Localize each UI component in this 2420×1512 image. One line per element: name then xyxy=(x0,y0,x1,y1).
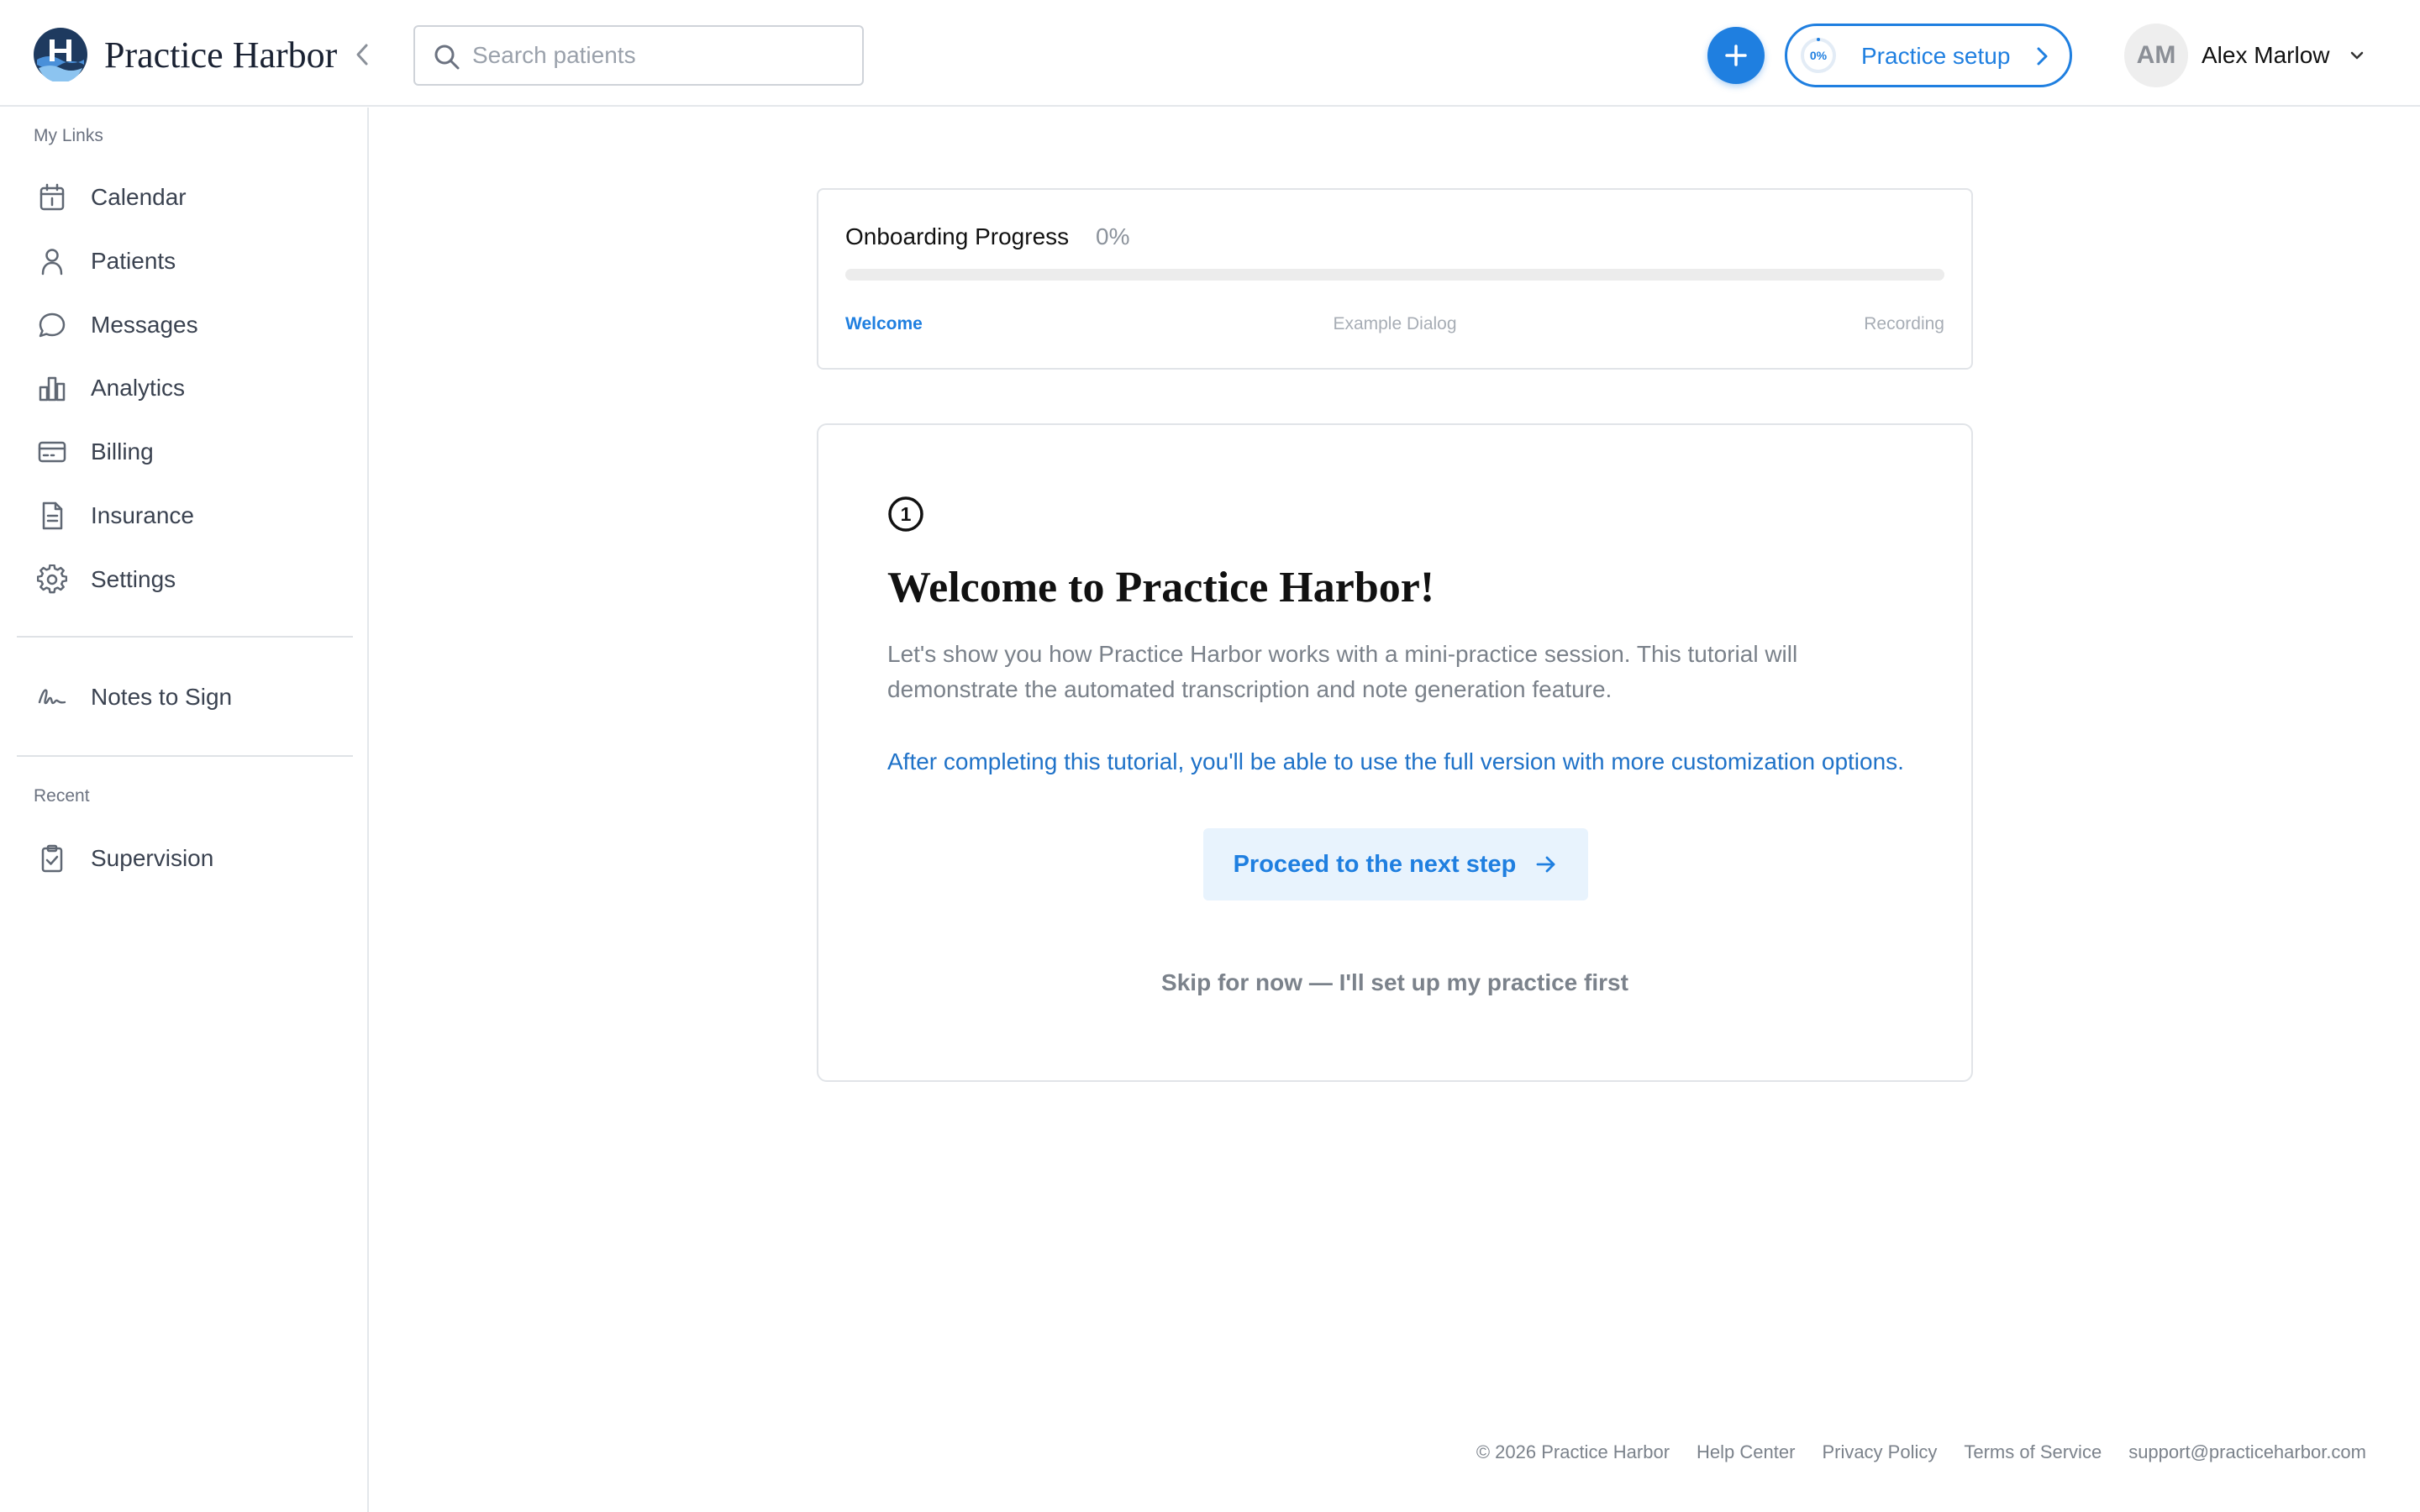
gear-icon xyxy=(35,563,69,596)
sidebar-item-messages[interactable]: Messages xyxy=(17,298,353,352)
arrow-right-icon xyxy=(1537,856,1555,873)
sidebar-item-insurance[interactable]: Insurance xyxy=(17,489,353,543)
sidebar-item-analytics[interactable]: Analytics xyxy=(17,361,353,415)
add-button[interactable] xyxy=(1707,27,1765,84)
footer-link-help-center[interactable]: Help Center xyxy=(1697,1441,1795,1463)
sidebar-item-label: Analytics xyxy=(91,375,186,401)
sidebar: My Links Calendar Patients Messages Anal… xyxy=(0,108,369,1512)
calendar-icon xyxy=(35,181,69,214)
onboarding-progress-card: Onboarding Progress 0% Welcome Example D… xyxy=(817,188,1973,370)
step-one-badge-icon: 1 xyxy=(888,496,923,532)
welcome-note: After completing this tutorial, you'll b… xyxy=(887,748,1904,774)
chevron-right-icon xyxy=(2037,47,2048,66)
practice-setup-label: Practice setup xyxy=(1861,43,2011,69)
app-title: Practice Harbor xyxy=(104,34,338,76)
sidebar-item-supervision[interactable]: Supervision xyxy=(17,832,353,885)
onboarding-progress-title: Onboarding Progress xyxy=(845,223,1070,249)
sidebar-item-notes-to-sign[interactable]: Notes to Sign xyxy=(17,670,353,724)
welcome-card: 1 Welcome to Practice Harbor! Let's show… xyxy=(817,423,1973,1082)
chat-bubble-icon xyxy=(35,308,69,342)
sidebar-item-label: Insurance xyxy=(91,502,194,528)
proceed-next-step-button[interactable]: Proceed to the next step xyxy=(1203,828,1588,900)
user-name: Alex Marlow xyxy=(2202,42,2330,68)
credit-card-icon xyxy=(35,435,69,469)
sidebar-item-label: Billing xyxy=(91,438,154,465)
user-menu[interactable]: AM Alex Marlow xyxy=(2124,22,2385,89)
footer: © 2026 Practice Harbor Help Center Priva… xyxy=(1476,1441,2366,1463)
footer-link-support-email[interactable]: support@practiceharbor.com xyxy=(2128,1441,2366,1463)
plus-icon xyxy=(1725,45,1747,66)
onboarding-progress-percent: 0% xyxy=(1096,223,1130,249)
sidebar-item-label: Patients xyxy=(91,248,176,274)
practice-harbor-logo[interactable] xyxy=(34,28,87,81)
footer-link-privacy-policy[interactable]: Privacy Policy xyxy=(1822,1441,1937,1463)
step-recording[interactable]: Recording xyxy=(1864,314,1944,334)
top-header: Practice Harbor 0% Practice setup AM Ale… xyxy=(0,0,2420,107)
user-icon xyxy=(35,244,69,278)
skip-onboarding-link[interactable]: Skip for now — I'll set up my practice f… xyxy=(818,969,1971,996)
practice-setup-button[interactable]: 0% Practice setup xyxy=(1785,24,2072,87)
sidebar-item-settings[interactable]: Settings xyxy=(17,553,353,606)
search-input[interactable] xyxy=(472,29,850,82)
collapse-sidebar-button[interactable] xyxy=(350,40,375,69)
sidebar-item-label: Calendar xyxy=(91,184,187,210)
onboarding-progress-bar xyxy=(845,269,1944,281)
step-example-dialog[interactable]: Example Dialog xyxy=(818,314,1971,334)
sidebar-item-patients[interactable]: Patients xyxy=(17,234,353,288)
sidebar-item-billing[interactable]: Billing xyxy=(17,425,353,479)
setup-progress-label: 0% xyxy=(1809,49,1828,62)
footer-link-terms-of-service[interactable]: Terms of Service xyxy=(1964,1441,2102,1463)
sidebar-item-calendar[interactable]: Calendar xyxy=(17,171,353,224)
welcome-title: Welcome to Practice Harbor! xyxy=(887,564,1435,612)
sidebar-item-label: Supervision xyxy=(91,845,214,871)
sidebar-item-label: Notes to Sign xyxy=(91,684,233,710)
avatar: AM xyxy=(2124,24,2188,87)
my-links-label: My Links xyxy=(34,126,103,145)
proceed-next-step-label: Proceed to the next step xyxy=(1233,850,1517,878)
clipboard-check-icon xyxy=(35,842,69,875)
document-icon xyxy=(35,499,69,533)
sidebar-item-label: Settings xyxy=(91,566,176,592)
welcome-description: Let's show you how Practice Harbor works… xyxy=(887,641,1798,702)
step-one-badge-number: 1 xyxy=(901,503,912,525)
patient-search[interactable] xyxy=(413,25,864,86)
footer-copyright: © 2026 Practice Harbor xyxy=(1476,1441,1670,1462)
search-icon xyxy=(434,45,460,70)
chevron-down-icon xyxy=(2350,51,2364,60)
bar-chart-icon xyxy=(35,371,69,405)
signature-icon xyxy=(35,680,69,714)
chevron-left-icon xyxy=(356,44,368,66)
sidebar-divider xyxy=(17,636,353,638)
recent-label: Recent xyxy=(34,786,90,806)
sidebar-item-label: Messages xyxy=(91,312,198,338)
sidebar-divider xyxy=(17,755,353,757)
